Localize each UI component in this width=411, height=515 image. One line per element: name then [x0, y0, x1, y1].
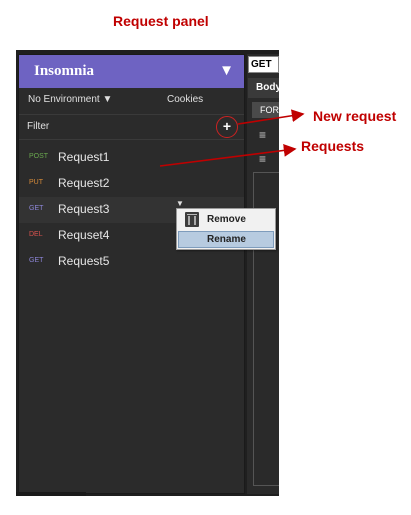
remove-menu-item[interactable]: Remove	[178, 211, 274, 228]
method-selector[interactable]: GET	[248, 56, 279, 73]
window-bottom-edge	[16, 492, 86, 496]
workspace-dropdown-icon[interactable]: ▼	[219, 62, 234, 79]
drag-handle-icon[interactable]: ≡	[259, 129, 266, 141]
request-context-menu: Remove Rename	[176, 208, 276, 250]
remove-label: Remove	[207, 214, 246, 225]
method-badge: PUT	[29, 179, 43, 186]
method-badge: DEL	[29, 231, 43, 238]
request-name: Request3	[58, 202, 110, 216]
request-editor-pane: GET Body FOR ≡ ≡	[247, 54, 279, 494]
environment-selector[interactable]: No Environment ▼	[28, 94, 112, 105]
request-name: Request5	[58, 254, 110, 268]
tab-body[interactable]: Body	[248, 78, 279, 98]
trash-icon	[185, 212, 199, 227]
request-item[interactable]: GET Request5	[19, 249, 244, 275]
method-badge: POST	[29, 153, 49, 160]
requests-annotation: Requests	[301, 138, 365, 154]
request-actions-caret-icon[interactable]: ▼	[176, 199, 184, 208]
page: Request panel New request Requests Insom…	[0, 0, 411, 515]
filter-input[interactable]	[27, 119, 197, 133]
rename-menu-item[interactable]: Rename	[178, 231, 274, 248]
request-item[interactable]: PUT Request2	[19, 171, 244, 197]
new-request-annotation: New request	[313, 108, 397, 124]
request-sidebar: Insomnia ▼ No Environment ▼ Cookies + PO…	[18, 54, 245, 494]
new-request-button[interactable]: +	[216, 116, 238, 138]
drag-handle-icon[interactable]: ≡	[259, 153, 266, 165]
cookies-button[interactable]: Cookies	[167, 94, 203, 105]
workspace-title: Insomnia	[34, 63, 95, 79]
request-name: Requset4	[58, 228, 110, 242]
workspace-header[interactable]: Insomnia ▼	[19, 55, 244, 88]
insomnia-app-window: Insomnia ▼ No Environment ▼ Cookies + PO…	[16, 50, 279, 496]
body-format-button[interactable]: FOR	[252, 102, 279, 118]
request-name: Request1	[58, 150, 110, 164]
method-badge: GET	[29, 257, 44, 264]
filter-row: +	[19, 114, 244, 140]
method-badge: GET	[29, 205, 44, 212]
request-name: Request2	[58, 176, 110, 190]
rename-label: Rename	[207, 234, 246, 245]
request-panel-annotation: Request panel	[113, 13, 209, 29]
request-item[interactable]: POST Request1	[19, 145, 244, 171]
